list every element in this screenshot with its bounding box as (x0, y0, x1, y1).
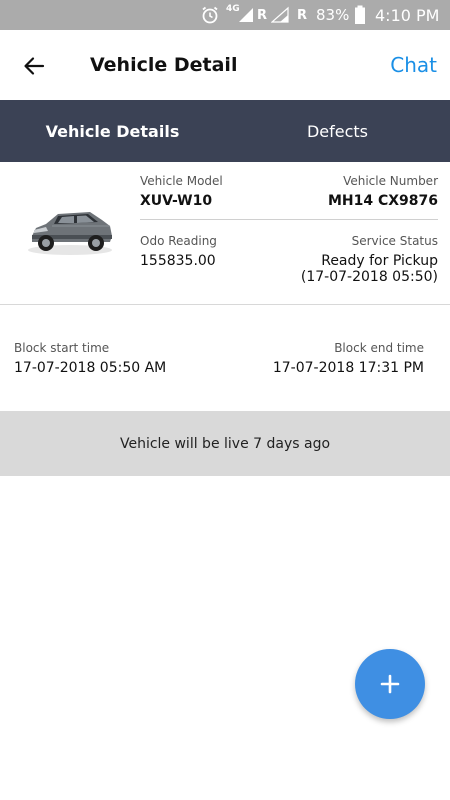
odo-reading-label: Odo Reading (140, 234, 217, 248)
vehicle-info-card: Vehicle Model XUV-W10 Vehicle Number MH1… (0, 162, 450, 305)
status-bar: 4G R R 83% 4:10 PM (0, 0, 450, 30)
service-status-value: Ready for Pickup (321, 253, 438, 269)
tab-vehicle-details[interactable]: Vehicle Details (0, 100, 225, 162)
arrow-left-icon (24, 57, 45, 75)
battery-icon (354, 0, 366, 30)
tab-bar: Vehicle Details Defects (0, 100, 450, 162)
clock-time: 4:10 PM (375, 5, 440, 25)
plus-icon (380, 674, 400, 694)
block-end-label: Block end time (334, 341, 424, 355)
block-times-section: Block start time 17-07-2018 05:50 AM Blo… (0, 305, 450, 411)
vehicle-model-value: XUV-W10 (140, 193, 213, 209)
chat-button[interactable]: Chat (390, 53, 437, 77)
add-button[interactable] (355, 649, 425, 719)
vehicle-model-label: Vehicle Model (140, 174, 223, 188)
vehicle-number-label: Vehicle Number (343, 174, 438, 188)
page-title: Vehicle Detail (90, 54, 238, 76)
back-button[interactable] (18, 50, 50, 82)
app-bar: Vehicle Detail Chat (0, 30, 450, 100)
tab-defects[interactable]: Defects (225, 100, 450, 162)
block-start-label: Block start time (14, 341, 110, 355)
suv-car-icon (24, 200, 116, 260)
battery-percent: 83% (316, 6, 350, 24)
service-status-time: (17-07-2018 05:50) (300, 269, 438, 285)
block-start-value: 17-07-2018 05:50 AM (14, 360, 167, 376)
alarm-clock-icon (200, 0, 220, 30)
roaming-indicator: R (297, 7, 308, 23)
vehicle-status-row: Odo Reading 155835.00 Service Status Rea… (140, 234, 438, 294)
odo-reading-value: 155835.00 (140, 253, 216, 269)
signal-strength-icon (238, 0, 254, 30)
live-status-banner: Vehicle will be live 7 days ago (0, 411, 450, 476)
vehicle-number-value: MH14 CX9876 (327, 193, 438, 209)
block-end-value: 17-07-2018 17:31 PM (272, 360, 424, 376)
service-status-label: Service Status (351, 234, 438, 248)
roaming-indicator: R (257, 7, 268, 23)
vehicle-identity-row: Vehicle Model XUV-W10 Vehicle Number MH1… (140, 174, 438, 220)
signal-strength-icon (271, 0, 289, 30)
